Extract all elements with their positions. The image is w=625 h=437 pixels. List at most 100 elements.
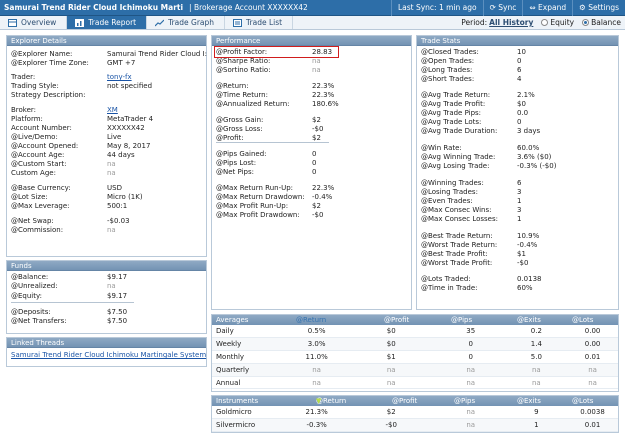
table-cell: na	[286, 363, 347, 377]
row-label[interactable]: @Closed Trades:	[421, 48, 479, 57]
row-label[interactable]: @Unrealized:	[11, 282, 58, 291]
performance-row: @Sharpe Ratio: na	[212, 57, 411, 66]
row-label[interactable]: @Time in Trade:	[421, 284, 478, 293]
tab-trade-list[interactable]: Trade List	[225, 16, 294, 29]
balance-radio[interactable]	[582, 19, 590, 26]
row-label[interactable]: @Custom Start:	[11, 160, 67, 169]
row-value: GMT +7	[107, 59, 136, 67]
row-label[interactable]: @Explorer Time Zone:	[11, 59, 89, 68]
row-label[interactable]: @Max Consec Losses:	[421, 215, 498, 224]
row-label[interactable]: @Avg Trade Lots:	[421, 118, 481, 127]
period-selector[interactable]: All History	[489, 18, 533, 27]
row-label[interactable]: @Losing Trades:	[421, 188, 478, 197]
row-label[interactable]: @Net Pips:	[216, 168, 254, 177]
col-lots[interactable]: @Lots	[572, 315, 593, 325]
row-label[interactable]: @Max Leverage:	[11, 202, 70, 211]
row-label[interactable]: @Max Return Run-Up:	[216, 184, 293, 193]
row-value: na	[107, 160, 116, 168]
row-label[interactable]: @Lots Traded:	[421, 275, 471, 284]
col-profit[interactable]: @Profit	[392, 396, 417, 406]
row-label[interactable]: @Sharpe Ratio:	[216, 57, 270, 66]
row-label[interactable]: @Net Transfers:	[11, 317, 67, 326]
row-label[interactable]: @Max Return Drawdown:	[216, 193, 305, 202]
row-label[interactable]: @Account Opened:	[11, 142, 78, 151]
tradestats-row: @Open Trades: 0	[417, 57, 618, 66]
row-label[interactable]: @Base Currency:	[11, 184, 71, 193]
col-profit[interactable]: @Profit	[384, 315, 409, 325]
col-pips[interactable]: @Pips	[454, 396, 475, 406]
row-label[interactable]: @Win Rate:	[421, 144, 462, 153]
col-return[interactable]: @Return	[296, 315, 326, 325]
row-value[interactable]: tony-fx	[107, 73, 132, 82]
expand-button[interactable]: ⇔ Expand	[522, 0, 572, 16]
tradestats-row: @Worst Trade Return: -0.4%	[417, 241, 618, 250]
row-label[interactable]: @Return:	[216, 82, 249, 91]
row-label[interactable]: @Even Trades:	[421, 197, 473, 206]
col-exits[interactable]: @Exits	[517, 396, 541, 406]
tab-trade-report[interactable]: Trade Report	[67, 16, 148, 29]
row-value[interactable]: XM	[107, 106, 118, 115]
row-label[interactable]: @Max Consec Wins:	[421, 206, 492, 215]
explorer-row: @Explorer Name: Samurai Trend Rider Cloud…	[7, 50, 208, 59]
table-cell: 0.0038	[567, 406, 618, 420]
col-exits[interactable]: @Exits	[517, 315, 541, 325]
row-label[interactable]: @Avg Winning Trade:	[421, 153, 495, 162]
row-label[interactable]: @Short Trades:	[421, 75, 474, 84]
row-value: -0.3% (-$0)	[517, 162, 557, 170]
row-value: Samurai Trend Rider Cloud I:	[107, 50, 208, 58]
row-label[interactable]: @Avg Trade Pips:	[421, 109, 481, 118]
row-label[interactable]: @Account Age:	[11, 151, 64, 160]
tradestats-row: @Worst Trade Profit: -$0	[417, 259, 618, 268]
table-row: Daily 0.5% $0 35 0.2 0.00	[212, 325, 618, 339]
row-label[interactable]: @Avg Trade Duration:	[421, 127, 497, 136]
row-label[interactable]: @Explorer Name:	[11, 50, 72, 59]
row-label[interactable]: @Time Return:	[216, 91, 268, 100]
row-label[interactable]: @Open Trades:	[421, 57, 474, 66]
equity-label: Equity	[550, 18, 575, 27]
tab-trade-graph[interactable]: Trade Graph	[147, 16, 226, 29]
settings-button[interactable]: ⚙ Settings	[572, 0, 625, 16]
row-label[interactable]: @Avg Losing Trade:	[421, 162, 489, 171]
row-label[interactable]: @Max Profit Run-Up:	[216, 202, 288, 211]
row-label[interactable]: @Long Trades:	[421, 66, 472, 75]
row-label[interactable]: @Lot Size:	[11, 193, 48, 202]
row-value: -0.4%	[517, 241, 538, 249]
tradestats-row: @Avg Trade Profit: $0	[417, 100, 618, 109]
row-value: 1	[517, 215, 522, 223]
tradestats-row: @Losing Trades: 3	[417, 188, 618, 197]
row-label[interactable]: @Avg Trade Profit:	[421, 100, 485, 109]
row-label[interactable]: @Winning Trades:	[421, 179, 484, 188]
row-label[interactable]: @Commission:	[11, 226, 63, 235]
tradestats-row: @Max Consec Losses: 1	[417, 215, 618, 224]
row-label[interactable]: @Annualized Return:	[216, 100, 290, 109]
row-label[interactable]: @Balance:	[11, 273, 48, 282]
instruments-table: Instruments @Return ▼ @Profit @Pips @Exi…	[211, 395, 619, 433]
row-label[interactable]: @Net Swap:	[11, 217, 54, 226]
row-value: 10.9%	[517, 232, 540, 240]
row-label[interactable]: @Live/Demo:	[11, 133, 58, 142]
row-value: 22.3%	[312, 82, 335, 90]
row-label[interactable]: @Deposits:	[11, 308, 51, 317]
equity-radio[interactable]	[541, 19, 549, 26]
table-cell: na	[505, 363, 568, 377]
row-label[interactable]: @Worst Trade Return:	[421, 241, 497, 250]
row-label[interactable]: @Pips Gained:	[216, 150, 267, 159]
row-label[interactable]: @Equity:	[11, 292, 42, 301]
row-label[interactable]: @Avg Trade Return:	[421, 91, 490, 100]
row-value: 22.3%	[312, 184, 335, 192]
row-label[interactable]: @Max Profit Drawdown:	[216, 211, 300, 220]
sync-button[interactable]: ⟳ Sync	[482, 0, 523, 16]
row-label[interactable]: @Gross Loss:	[216, 125, 263, 134]
col-pips[interactable]: @Pips	[451, 315, 472, 325]
thread-link[interactable]: Samurai Trend Rider Cloud Ichimoku Marti…	[11, 351, 206, 360]
row-label[interactable]: @Pips Lost:	[216, 159, 256, 168]
col-lots[interactable]: @Lots	[572, 396, 593, 406]
row-label[interactable]: @Gross Gain:	[216, 116, 263, 125]
list-icon	[233, 18, 243, 27]
tab-overview[interactable]: Overview	[0, 16, 68, 29]
explorer-row: Trading Style: not specified	[7, 82, 206, 91]
row-label[interactable]: @Best Trade Profit:	[421, 250, 488, 259]
row-label[interactable]: @Worst Trade Profit:	[421, 259, 492, 268]
row-label[interactable]: @Best Trade Return:	[421, 232, 493, 241]
row-label[interactable]: @Sortino Ratio:	[216, 66, 271, 75]
